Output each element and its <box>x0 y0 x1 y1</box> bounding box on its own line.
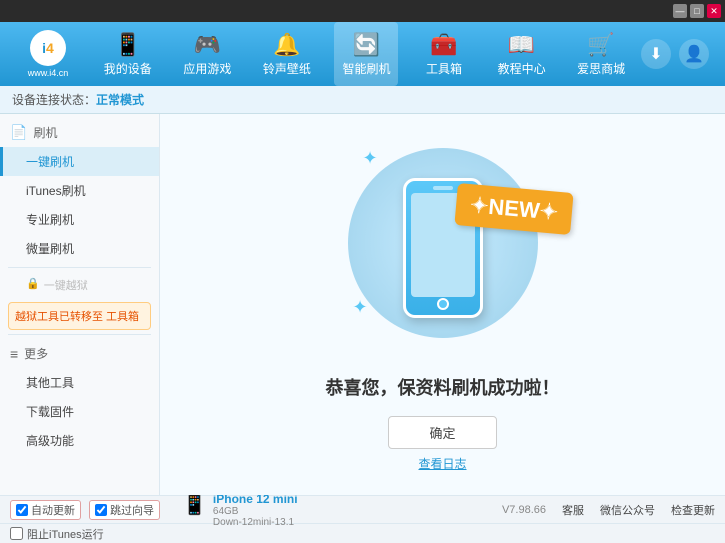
toolbox-icon: 🧰 <box>430 32 457 58</box>
nav-apps[interactable]: 🎮 应用游戏 <box>175 22 239 86</box>
header: i4 www.i4.cn 📱 我的设备 🎮 应用游戏 🔔 铃声壁纸 🔄 智能刷机… <box>0 22 725 86</box>
success-message: 恭喜您，保资料刷机成功啦！ <box>326 374 560 400</box>
one-click-flash-label: 一键刷机 <box>26 155 74 169</box>
sidebar-item-one-click-flash[interactable]: 一键刷机 <box>0 147 159 176</box>
phone-home-button <box>437 298 449 310</box>
close-button[interactable]: ✕ <box>707 4 721 18</box>
stop-itunes-label: 阻止iTunes运行 <box>27 526 104 542</box>
sidebar-item-pro-flash[interactable]: 专业刷机 <box>0 205 159 234</box>
version-text: V7.98.66 <box>502 504 546 516</box>
nav-right-actions: ⬇ 👤 <box>641 39 717 69</box>
itunes-flash-label: iTunes刷机 <box>26 184 86 198</box>
nav-smart-flash-label: 智能刷机 <box>342 60 390 77</box>
nav-store[interactable]: 🛒 爱思商城 <box>569 22 633 86</box>
view-log-link[interactable]: 查看日志 <box>418 455 466 472</box>
star3-icon: ✦ <box>353 297 368 318</box>
nav-tutorials-label: 教程中心 <box>498 60 546 77</box>
device-status-bar: 设备连接状态： 正常模式 <box>0 86 725 114</box>
sidebar-divider-1 <box>8 267 151 268</box>
skip-guide-label: 跳过向导 <box>110 502 154 518</box>
nav-smart-flash[interactable]: 🔄 智能刷机 <box>334 22 398 86</box>
skip-guide-checkbox[interactable] <box>95 504 107 516</box>
flash-section-label: 刷机 <box>33 124 57 141</box>
logo[interactable]: i4 www.i4.cn <box>8 28 88 80</box>
phone-speaker <box>433 186 453 190</box>
nav-tutorials[interactable]: 📖 教程中心 <box>490 22 554 86</box>
minimize-button[interactable]: — <box>673 4 687 18</box>
device-storage: 64GB <box>213 506 298 517</box>
check-update-link[interactable]: 检查更新 <box>671 502 715 518</box>
auto-update-checkbox-label[interactable]: 自动更新 <box>10 500 81 520</box>
bottom-right-section: V7.98.66 客服 微信公众号 检查更新 <box>502 502 715 518</box>
title-bar: — □ ✕ <box>0 0 725 22</box>
other-tools-label: 其他工具 <box>26 376 74 390</box>
my-device-icon: 📱 <box>114 32 141 58</box>
tutorials-icon: 📖 <box>508 32 535 58</box>
stop-itunes-checkbox[interactable] <box>10 527 23 540</box>
sidebar-item-itunes-flash[interactable]: iTunes刷机 <box>0 176 159 205</box>
sidebar-section-more: ≡ 更多 <box>0 339 159 368</box>
maximize-button[interactable]: □ <box>690 4 704 18</box>
nav-my-device[interactable]: 📱 我的设备 <box>96 22 160 86</box>
nav-ringtone[interactable]: 🔔 铃声壁纸 <box>255 22 319 86</box>
sidebar-item-advanced[interactable]: 高级功能 <box>0 426 159 455</box>
sidebar-item-other-tools[interactable]: 其他工具 <box>0 368 159 397</box>
auto-update-checkbox[interactable] <box>16 504 28 516</box>
more-section-icon: ≡ <box>10 346 18 362</box>
jailbreak-label: 一键越狱 <box>44 277 88 293</box>
sidebar-item-micro-flash[interactable]: 微量刷机 <box>0 234 159 263</box>
star1-icon: ✦ <box>363 148 378 169</box>
jailbreak-warning: 越狱工具已转移至 工具箱 <box>8 302 151 330</box>
micro-flash-label: 微量刷机 <box>26 242 74 256</box>
nav-bar: 📱 我的设备 🎮 应用游戏 🔔 铃声壁纸 🔄 智能刷机 🧰 工具箱 📖 教程中心… <box>88 22 641 86</box>
sidebar-item-jailbreak-locked: 🔒 一键越狱 <box>0 272 159 298</box>
logo-subtitle: www.i4.cn <box>28 68 69 78</box>
nav-store-label: 爱思商城 <box>577 60 625 77</box>
nav-my-device-label: 我的设备 <box>104 60 152 77</box>
main-layout: 📄 刷机 一键刷机 iTunes刷机 专业刷机 微量刷机 🔒 一键越狱 越狱工具… <box>0 114 725 495</box>
auto-update-label: 自动更新 <box>31 502 75 518</box>
sidebar-item-download-firmware[interactable]: 下载固件 <box>0 397 159 426</box>
store-icon: 🛒 <box>587 32 614 58</box>
nav-toolbox[interactable]: 🧰 工具箱 <box>414 22 474 86</box>
device-phone-icon: 📱 <box>182 492 207 517</box>
support-link[interactable]: 客服 <box>562 502 584 518</box>
content-area: ✦ ✦ ✦ ✦NEW✦ 恭喜您，保资料刷机成功啦！ 确定 查看日志 <box>160 114 725 495</box>
smart-flash-icon: 🔄 <box>353 32 380 58</box>
wechat-link[interactable]: 微信公众号 <box>600 502 655 518</box>
sidebar-divider-2 <box>8 334 151 335</box>
ringtone-icon: 🔔 <box>273 32 300 58</box>
status-prefix: 设备连接状态： <box>12 91 96 108</box>
phone-illustration: ✦ ✦ ✦ ✦NEW✦ <box>343 138 543 358</box>
stop-itunes-checkbox-label[interactable]: 阻止iTunes运行 <box>10 526 104 542</box>
download-firmware-label: 下载固件 <box>26 405 74 419</box>
flash-section-icon: 📄 <box>10 124 27 141</box>
nav-apps-label: 应用游戏 <box>183 60 231 77</box>
pro-flash-label: 专业刷机 <box>26 213 74 227</box>
sidebar: 📄 刷机 一键刷机 iTunes刷机 专业刷机 微量刷机 🔒 一键越狱 越狱工具… <box>0 114 160 495</box>
skip-guide-checkbox-label[interactable]: 跳过向导 <box>89 500 160 520</box>
logo-icon: i4 <box>30 30 66 66</box>
nav-toolbox-label: 工具箱 <box>426 60 462 77</box>
sidebar-section-flash: 📄 刷机 <box>0 118 159 147</box>
account-button[interactable]: 👤 <box>679 39 709 69</box>
device-model: Down-12mini-13.1 <box>213 517 298 528</box>
status-mode: 正常模式 <box>96 91 144 108</box>
confirm-button[interactable]: 确定 <box>388 416 496 449</box>
more-section-label: 更多 <box>24 345 48 362</box>
download-button[interactable]: ⬇ <box>641 39 671 69</box>
nav-ringtone-label: 铃声壁纸 <box>263 60 311 77</box>
lock-icon: 🔒 <box>26 277 40 290</box>
bottom-bar: 自动更新 跳过向导 📱 iPhone 12 mini 64GB Down-12m… <box>0 495 725 523</box>
warning-text: 越狱工具已转移至 工具箱 <box>15 311 139 323</box>
advanced-label: 高级功能 <box>26 434 74 448</box>
apps-icon: 🎮 <box>194 32 221 58</box>
